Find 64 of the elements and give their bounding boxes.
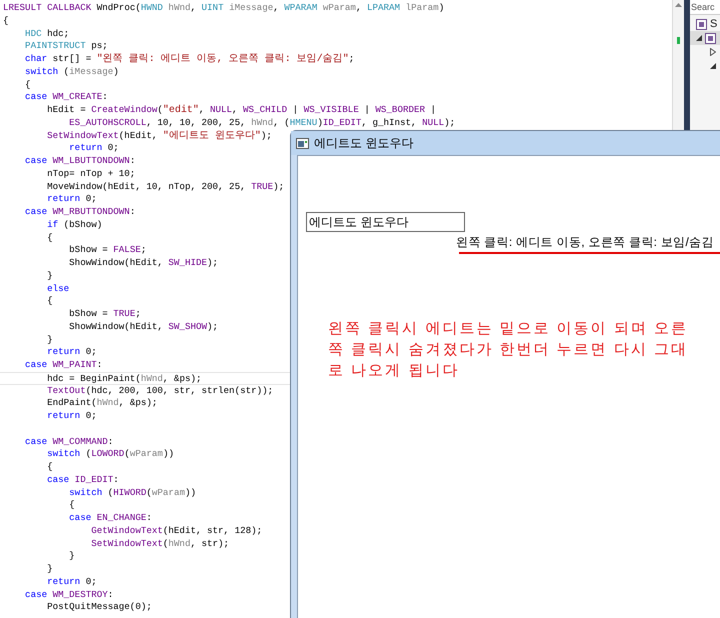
code-line: MoveWindow(hEdit, 10, nTop, 200, 25, TRUE); (46, 180, 284, 194)
code-line: char str[] = "왼쪽 클릭: 에디트 이동, 오른쪽 클릭: 보임/숨김"; (24, 53, 354, 66)
code-line: { (46, 461, 53, 474)
code-line: ShowWindow(hEdit, SW_HIDE); (68, 257, 218, 270)
code-line: return 0; (68, 142, 119, 155)
code-line: return 0; (46, 346, 97, 359)
code-line: { (46, 232, 53, 244)
tree-item[interactable] (690, 31, 720, 45)
code-line: case WM_CREATE: (24, 91, 108, 104)
annotation-text: 왼쪽 클릭시 에디트는 밑으로 이동이 되며 오른쪽 클릭시 숨겨졌다가 한번더 누르면 다시 그대로 나오게 됩니다 (328, 319, 690, 381)
code-line: { (68, 499, 75, 512)
change-marker-icon (677, 37, 680, 44)
code-line: LRESULT CALLBACK WndProc(HWND hWnd, UINT iMessage, WPARAM wParam, LPARAM lParam) (2, 2, 444, 15)
code-line: case WM_PAINT: (24, 359, 102, 372)
code-line: switch (HIWORD(wParam)) (68, 486, 196, 500)
code-line: HDC hdc; (24, 28, 70, 40)
code-line: TextOut(hdc, 200, 100, str, strlen(str)); (46, 384, 274, 398)
code-line: case WM_LBUTTONDOWN: (24, 155, 136, 168)
code-line: case WM_COMMAND: (24, 436, 114, 448)
code-line: bShow = FALSE; (68, 244, 146, 257)
code-line: case ID_EDIT: (46, 474, 119, 486)
output-text: 왼쪽 클릭: 에디트 이동, 오른쪽 클릭: 보임/숨김 (456, 236, 714, 249)
search-field[interactable]: Searc (690, 0, 720, 15)
project-icon (705, 32, 716, 44)
window-title: 에디트도 윈도우다 (314, 135, 414, 152)
code-line: SetWindowText(hWnd, str); (90, 538, 230, 550)
expanded-triangle-icon[interactable] (710, 63, 716, 69)
code-line: switch (LOWORD(wParam)) (46, 448, 174, 461)
code-line: ShowWindow(hEdit, SW_SHOW); (68, 320, 218, 334)
code-line: case WM_RBUTTONDOWN: (24, 206, 136, 219)
code-line: return 0; (46, 193, 97, 206)
code-line: { (46, 295, 53, 308)
code-line: nTop= nTop + 10; (46, 168, 136, 180)
code-line: GetWindowText(hEdit, str, 128); (90, 524, 262, 538)
scrollbar[interactable] (672, 0, 684, 130)
expanded-triangle-icon[interactable] (696, 35, 702, 41)
code-line: case EN_CHANGE: (68, 512, 152, 525)
edit-field[interactable]: 에디트도 윈도우다 (306, 212, 465, 232)
tree-label: S (710, 18, 718, 30)
tree-item[interactable]: S (690, 17, 720, 31)
code-line: switch (iMessage) (24, 66, 119, 78)
code-line: PAINTSTRUCT ps; (24, 40, 108, 53)
scroll-up-arrow-icon[interactable] (675, 3, 682, 7)
code-line: } (46, 563, 53, 576)
code-line: PostQuitMessage(0); (46, 601, 152, 614)
code-line: if (bShow) (46, 218, 102, 232)
collapsed-triangle-icon[interactable] (710, 48, 716, 56)
code-line: EndPaint(hWnd, &ps); (46, 397, 158, 410)
code-line: } (68, 550, 75, 563)
code-line: return 0; (46, 410, 97, 423)
code-line: hEdit = CreateWindow("edit", NULL, WS_CHILD | WS_VISIBLE | WS_BORDER | (46, 104, 436, 117)
project-icon (696, 18, 707, 30)
code-line: hdc = BeginPaint(hWnd, &ps); (0, 372, 290, 384)
code-line: { (2, 14, 9, 28)
code-line: case WM_DESTROY: (24, 588, 114, 602)
code-line: } (46, 270, 53, 282)
window-icon (296, 138, 309, 148)
code-line: } (46, 334, 53, 346)
code-line: else (46, 282, 70, 296)
code-line: bShow = TRUE; (68, 308, 141, 321)
code-line: return 0; (46, 576, 97, 588)
code-line: ES_AUTOHSCROLL, 10, 10, 200, 25, hWnd, (HMENU)ID_EDIT, g_hInst, NULL); (68, 116, 456, 130)
code-line: SetWindowText(hEdit, "에디트도 윈도우다"); (46, 130, 272, 142)
code-line: { (24, 78, 31, 92)
